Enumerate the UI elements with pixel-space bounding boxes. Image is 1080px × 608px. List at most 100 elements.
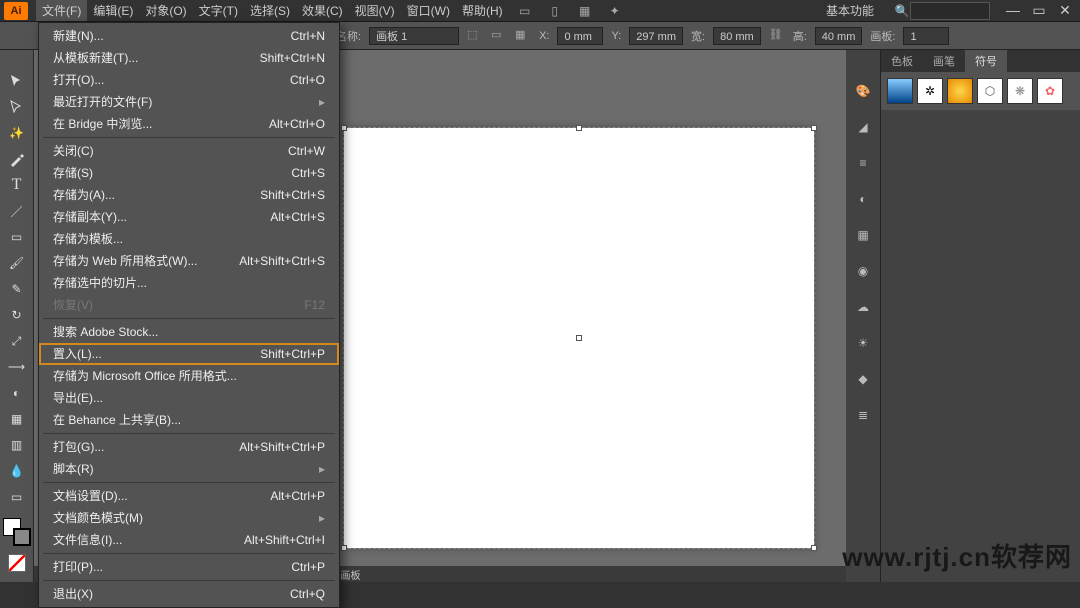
menu-text[interactable]: 文字(T) bbox=[193, 0, 244, 21]
no-color-icon[interactable] bbox=[8, 554, 26, 572]
window-minimize[interactable]: — bbox=[1002, 3, 1024, 19]
pencil-tool[interactable]: ✎ bbox=[5, 278, 29, 300]
reference-point-icon[interactable]: ▦ bbox=[515, 28, 531, 44]
color-panel-icon[interactable]: 🎨 bbox=[852, 80, 874, 102]
transparency-panel-icon[interactable]: ▦ bbox=[852, 224, 874, 246]
artboard-handle[interactable] bbox=[811, 545, 817, 551]
watermark: www.rjtj.cn软荐网 bbox=[842, 537, 1072, 574]
artboard-tool[interactable]: ▭ bbox=[5, 486, 29, 508]
menu-file[interactable]: 文件(F) bbox=[36, 0, 87, 21]
symbols-panel-icon[interactable]: ◆ bbox=[852, 368, 874, 390]
stroke-swatch[interactable] bbox=[13, 528, 31, 546]
menu-item[interactable]: 最近打开的文件(F)▸ bbox=[39, 91, 339, 113]
x-field[interactable]: 0 mm bbox=[557, 27, 603, 45]
artboard-center[interactable] bbox=[576, 335, 582, 341]
stroke-panel-icon[interactable]: ≡ bbox=[852, 152, 874, 174]
menu-item[interactable]: 退出(X)Ctrl+Q bbox=[39, 583, 339, 605]
name-field[interactable]: 画板 1 bbox=[369, 27, 459, 45]
window-restore[interactable]: ▭ bbox=[1028, 3, 1050, 19]
menu-item[interactable]: 置入(L)...Shift+Ctrl+P bbox=[39, 343, 339, 365]
dock-toggle-icon[interactable]: ▭ bbox=[517, 3, 533, 19]
shape-builder-tool[interactable]: ◐ bbox=[5, 382, 29, 404]
link-wh-icon[interactable]: ⛓ bbox=[769, 28, 785, 44]
menu-item[interactable]: 打印(P)...Ctrl+P bbox=[39, 556, 339, 578]
menu-item[interactable]: 脚本(R)▸ bbox=[39, 458, 339, 480]
h-field[interactable]: 40 mm bbox=[815, 27, 863, 45]
symbol-thumb[interactable]: ⬡ bbox=[977, 78, 1003, 104]
menu-item[interactable]: 导出(E)... bbox=[39, 387, 339, 409]
artboard-handle[interactable] bbox=[576, 125, 582, 131]
menu-view[interactable]: 视图(V) bbox=[349, 0, 401, 21]
menu-item[interactable]: 文件信息(I)...Alt+Shift+Ctrl+I bbox=[39, 529, 339, 551]
artboard-handle[interactable] bbox=[341, 125, 347, 131]
color-guide-icon[interactable]: ◢ bbox=[852, 116, 874, 138]
eyedropper-tool[interactable]: 💧 bbox=[5, 460, 29, 482]
dock-panel-icon[interactable]: ▯ bbox=[547, 3, 563, 19]
gradient-tool[interactable]: ▥ bbox=[5, 434, 29, 456]
scale-tool[interactable]: ⤢ bbox=[5, 330, 29, 352]
type-tool[interactable]: T bbox=[5, 174, 29, 196]
menu-item[interactable]: 文档设置(D)...Alt+Ctrl+P bbox=[39, 485, 339, 507]
appearance-panel-icon[interactable]: ◉ bbox=[852, 260, 874, 282]
menu-item[interactable]: 文档颜色模式(M)▸ bbox=[39, 507, 339, 529]
menu-item[interactable]: 在 Bridge 中浏览...Alt+Ctrl+O bbox=[39, 113, 339, 135]
menu-window[interactable]: 窗口(W) bbox=[401, 0, 456, 21]
symbol-thumb[interactable]: ✲ bbox=[917, 78, 943, 104]
direct-selection-tool[interactable] bbox=[5, 96, 29, 118]
artboard[interactable] bbox=[344, 128, 814, 548]
arrange-icon[interactable]: ▦ bbox=[577, 3, 593, 19]
menu-edit[interactable]: 编辑(E) bbox=[87, 0, 139, 21]
menu-item[interactable]: 存储为 Microsoft Office 所用格式... bbox=[39, 365, 339, 387]
menu-item[interactable]: 关闭(C)Ctrl+W bbox=[39, 140, 339, 162]
menu-item[interactable]: 存储为模板... bbox=[39, 228, 339, 250]
menu-item[interactable]: 新建(N)...Ctrl+N bbox=[39, 25, 339, 47]
artboard-handle[interactable] bbox=[341, 545, 347, 551]
brushes-panel-icon[interactable]: ☀ bbox=[852, 332, 874, 354]
pen-tool[interactable] bbox=[5, 148, 29, 170]
search-input[interactable] bbox=[910, 2, 990, 20]
workspace-switcher[interactable]: 基本功能 bbox=[806, 2, 894, 19]
artboards-field[interactable]: 1 bbox=[903, 27, 949, 45]
mesh-tool[interactable]: ▦ bbox=[5, 408, 29, 430]
window-close[interactable]: ✕ bbox=[1054, 3, 1076, 19]
menu-object[interactable]: 对象(O) bbox=[139, 0, 192, 21]
artboard-handle[interactable] bbox=[811, 125, 817, 131]
menu-item[interactable]: 存储副本(Y)...Alt+Ctrl+S bbox=[39, 206, 339, 228]
y-field[interactable]: 297 mm bbox=[629, 27, 683, 45]
paintbrush-tool[interactable]: 🖌 bbox=[5, 252, 29, 274]
menu-item[interactable]: 打包(G)...Alt+Shift+Ctrl+P bbox=[39, 436, 339, 458]
line-tool[interactable]: ／ bbox=[5, 200, 29, 222]
menu-item[interactable]: 存储选中的切片... bbox=[39, 272, 339, 294]
gradient-panel-icon[interactable]: ◐ bbox=[852, 188, 874, 210]
tab-symbols[interactable]: 符号 bbox=[965, 50, 1007, 72]
search-icon[interactable]: 🔍 bbox=[894, 3, 910, 19]
menu-item[interactable]: 从模板新建(T)...Shift+Ctrl+N bbox=[39, 47, 339, 69]
width-tool[interactable]: ⟶ bbox=[5, 356, 29, 378]
layers-panel-icon[interactable]: ≣ bbox=[852, 404, 874, 426]
menu-help[interactable]: 帮助(H) bbox=[456, 0, 509, 21]
symbol-thumb[interactable] bbox=[947, 78, 973, 104]
w-field[interactable]: 80 mm bbox=[713, 27, 761, 45]
symbol-thumb[interactable]: ✿ bbox=[1037, 78, 1063, 104]
orientation-landscape-icon[interactable]: ▭ bbox=[491, 28, 507, 44]
gpu-icon[interactable]: ✦ bbox=[607, 3, 623, 19]
rectangle-tool[interactable]: ▭ bbox=[5, 226, 29, 248]
menu-item[interactable]: 搜索 Adobe Stock... bbox=[39, 321, 339, 343]
menu-item[interactable]: 存储(S)Ctrl+S bbox=[39, 162, 339, 184]
color-swatches[interactable] bbox=[3, 518, 31, 546]
symbol-thumb[interactable] bbox=[887, 78, 913, 104]
tab-brushes[interactable]: 画笔 bbox=[923, 50, 965, 72]
symbol-thumb[interactable]: ❋ bbox=[1007, 78, 1033, 104]
menu-item[interactable]: 打开(O)...Ctrl+O bbox=[39, 69, 339, 91]
menu-item[interactable]: 存储为 Web 所用格式(W)...Alt+Shift+Ctrl+S bbox=[39, 250, 339, 272]
menu-item[interactable]: 在 Behance 上共享(B)... bbox=[39, 409, 339, 431]
magic-wand-tool[interactable]: ✨ bbox=[5, 122, 29, 144]
menu-select[interactable]: 选择(S) bbox=[244, 0, 296, 21]
menu-effect[interactable]: 效果(C) bbox=[296, 0, 349, 21]
orientation-portrait-icon[interactable]: ⬚ bbox=[467, 28, 483, 44]
rotate-tool[interactable]: ↻ bbox=[5, 304, 29, 326]
menu-item[interactable]: 存储为(A)...Shift+Ctrl+S bbox=[39, 184, 339, 206]
tab-swatches[interactable]: 色板 bbox=[881, 50, 923, 72]
libraries-panel-icon[interactable]: ☁ bbox=[852, 296, 874, 318]
selection-tool[interactable] bbox=[5, 70, 29, 92]
